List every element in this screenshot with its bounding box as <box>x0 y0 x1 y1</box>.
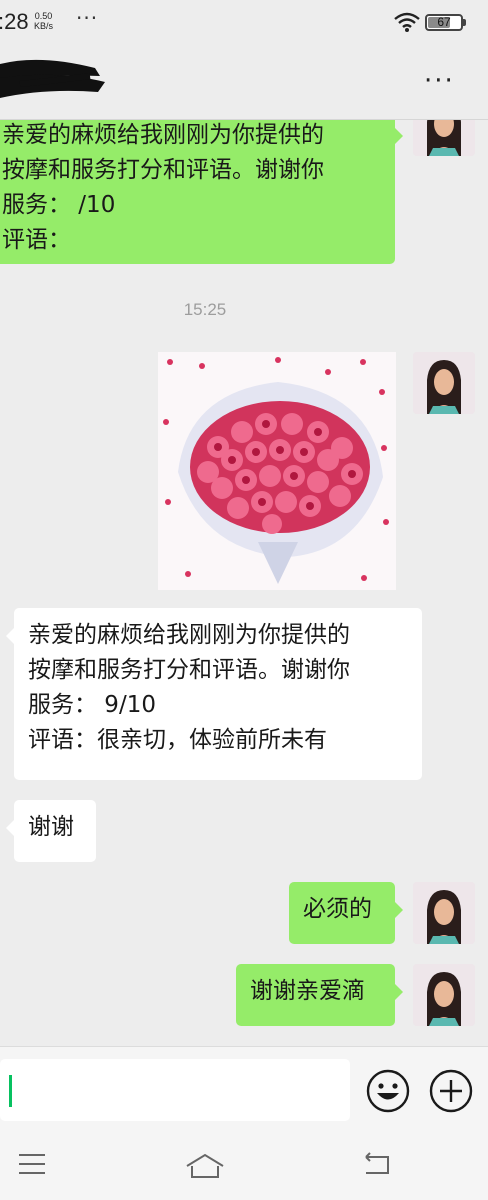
message-line: 服务： /10 <box>2 192 116 218</box>
message-input-bar <box>0 1046 488 1132</box>
message-line: 评语：很亲切，体验前所未有 <box>28 727 327 753</box>
network-speed-value: 0.50 <box>34 11 53 21</box>
avatar-portrait-icon <box>413 352 475 414</box>
message-line: 按摩和服务打分和评语。谢谢你 <box>28 657 350 683</box>
message-bubble-received[interactable]: 谢谢 <box>6 800 96 862</box>
wifi-icon <box>394 12 420 32</box>
message-input[interactable] <box>0 1059 350 1121</box>
back-icon[interactable] <box>362 1152 392 1176</box>
rose-bouquet-image <box>158 352 396 590</box>
message-line: 服务： 9/10 <box>28 692 156 718</box>
text-caret <box>9 1075 12 1107</box>
network-speed: 0.50 KB/s <box>34 11 53 31</box>
avatar-portrait-icon <box>413 964 475 1026</box>
message-list[interactable]: 亲爱的麻烦给我刚刚为你提供的 按摩和服务打分和评语。谢谢你 服务： /10 评语… <box>0 120 488 1046</box>
battery-tip <box>463 19 466 26</box>
message-line: 谢谢亲爱滴 <box>250 978 365 1004</box>
more-options-button[interactable]: ··· <box>424 66 455 96</box>
message-line: 评语： <box>2 227 71 253</box>
avatar[interactable] <box>413 882 475 944</box>
message-timestamp: 15:25 <box>183 300 227 319</box>
battery-level: 67 <box>437 15 451 29</box>
emoji-icon[interactable] <box>365 1068 411 1114</box>
message-line: 亲爱的麻烦给我刚刚为你提供的 <box>28 622 350 648</box>
message-bubble-received[interactable]: 亲爱的麻烦给我刚刚为你提供的 按摩和服务打分和评语。谢谢你 服务： 9/10 评… <box>6 608 422 780</box>
avatar-portrait-icon <box>413 120 475 156</box>
battery-icon: 67 <box>425 14 463 31</box>
system-navigation-bar <box>0 1132 488 1200</box>
menu-icon[interactable] <box>17 1152 47 1176</box>
message-line: 亲爱的麻烦给我刚刚为你提供的 <box>2 122 324 148</box>
redacted-contact-name <box>0 59 105 98</box>
avatar-portrait-icon <box>413 882 475 944</box>
avatar[interactable] <box>413 964 475 1026</box>
image-message-rose-bouquet[interactable] <box>158 352 396 590</box>
status-bar: :28 0.50 KB/s ··· 67 <box>0 0 488 44</box>
avatar[interactable] <box>413 352 475 414</box>
notification-dots-icon: ··· <box>76 6 99 30</box>
avatar[interactable] <box>413 120 475 156</box>
status-time: :28 <box>0 9 29 34</box>
plus-icon[interactable] <box>428 1068 474 1114</box>
home-icon[interactable] <box>185 1152 225 1180</box>
message-line: 谢谢 <box>28 814 74 840</box>
message-line: 必须的 <box>303 896 372 922</box>
network-speed-unit: KB/s <box>34 21 54 31</box>
message-bubble-sent[interactable]: 谢谢亲爱滴 <box>236 964 403 1026</box>
message-bubble-sent[interactable]: 必须的 <box>289 882 403 944</box>
message-line: 按摩和服务打分和评语。谢谢你 <box>2 157 324 183</box>
message-bubble-sent[interactable]: 亲爱的麻烦给我刚刚为你提供的 按摩和服务打分和评语。谢谢你 服务： /10 评语… <box>0 120 403 264</box>
chat-header: ··· <box>0 44 488 120</box>
